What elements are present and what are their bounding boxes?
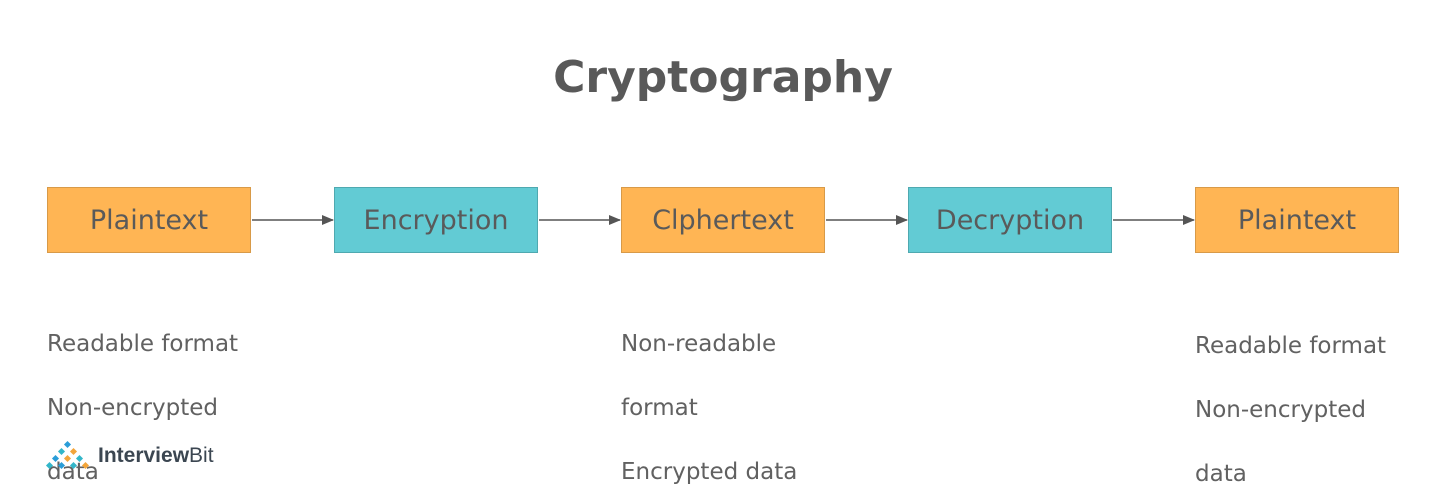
step-plaintext-output-label: Plaintext: [1237, 204, 1357, 236]
step-ciphertext-label: Clphertext: [652, 204, 794, 236]
step-encryption-label: Encryption: [363, 204, 509, 236]
step-decryption-label: Decryption: [935, 204, 1085, 236]
description-line: Non-encrypted: [47, 395, 218, 421]
step-decryption-box: Decryption: [908, 187, 1112, 253]
description-line: Readable format: [47, 331, 239, 357]
step-plaintext-output-box: Plaintext: [1195, 187, 1399, 253]
interviewbit-diamond-dots-icon: [45, 440, 90, 470]
ciphertext-description: Non-readable format Encrypted data: [621, 296, 797, 502]
description-line: Encrypted data: [621, 459, 798, 485]
description-line: data: [1195, 461, 1247, 487]
description-line: Non-encrypted: [1195, 397, 1366, 423]
step-plaintext-input-box: Plaintext: [47, 187, 251, 253]
description-line: Readable format: [1195, 333, 1387, 359]
logo-brand: Interview: [98, 444, 190, 467]
step-ciphertext-box: Clphertext: [621, 187, 825, 253]
step-encryption-box: Encryption: [334, 187, 538, 253]
description-line: format: [621, 395, 698, 421]
logo-brand-suffix: Bit: [189, 444, 214, 467]
logo-wordmark: InterviewBit: [98, 444, 214, 468]
description-line: Non-readable: [621, 331, 777, 357]
cryptography-diagram: Cryptography Plaintext Encryption Clpher…: [0, 0, 1446, 502]
step-plaintext-input-label: Plaintext: [89, 204, 209, 236]
interviewbit-logo: InterviewBit: [44, 438, 214, 474]
plaintext-output-description: Readable format Non-encrypted data: [1195, 298, 1386, 502]
